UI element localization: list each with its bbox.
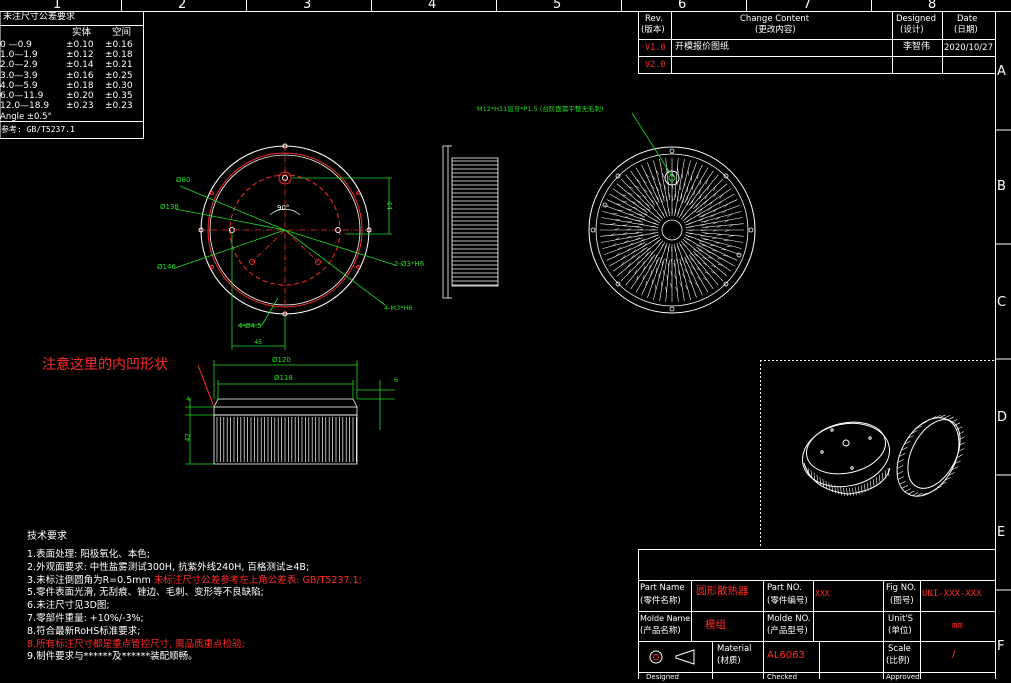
material-value: AL6063 [767, 651, 805, 661]
ruler-side-E: E [997, 526, 1005, 539]
change-header-cn: (更改内容) [755, 26, 796, 35]
tolerance-solid: ±0.16 [66, 72, 94, 81]
units-label-cn: (单位) [888, 627, 912, 636]
tolerance-range: 0 —0.9 [0, 41, 32, 50]
molde-no-label-cn: (产品型号) [767, 627, 808, 636]
designed-header: Designed [896, 15, 936, 24]
molde-name-label-cn: (产品名称) [640, 627, 681, 636]
tolerance-title: 未注尺寸公差要求 [3, 13, 75, 22]
ruler-top-6: 6 [678, 0, 686, 11]
approved-label: Approved [886, 674, 920, 681]
dim-d146: Ø146 [157, 264, 176, 271]
part-no-label: Part NO. [767, 584, 802, 593]
units-value: mm [952, 622, 963, 631]
ruler-top-1: 1 [53, 0, 61, 11]
scale-value: / [952, 650, 955, 660]
dim-w45: 45 [254, 339, 262, 346]
tolerance-space: ±0.21 [105, 61, 133, 70]
scale-label-cn: (比例) [886, 657, 910, 666]
molde-name-label: Molde Name [640, 615, 690, 623]
ruler-top-5: 5 [553, 0, 561, 11]
ruler-side-B: B [997, 180, 1006, 193]
tolerance-space: ±0.18 [105, 51, 133, 60]
drawing-canvas: 1 2 3 4 5 6 7 8 A B C D E F 未注尺寸公差要求 实体 … [0, 0, 1011, 679]
designed-label: Designed [646, 674, 679, 681]
ruler-top-3: 3 [303, 0, 311, 11]
annotation-note: 注意这里的内凹形状 [42, 358, 168, 372]
ruler-side-A: A [997, 65, 1006, 78]
tolerance-col-solid: 实体 [72, 28, 91, 38]
tolerance-space: ±0.30 [105, 82, 133, 91]
thread-note: M12*H11盲牙*P1.5 (台阶面需平整无毛刺) [477, 106, 603, 113]
rev-row1-content: 开模报价图纸 [675, 43, 729, 52]
dim-holes-2: 2-Ø3*H6 [394, 261, 424, 268]
date-header: Date [957, 15, 977, 24]
dim-holes-4b: 4-M3*H6 [384, 305, 413, 312]
tolerance-reference: 参考: GB/T5237.1 [1, 126, 75, 134]
part-name-value: 圆形散热器 [696, 586, 749, 597]
ruler-top-7: 7 [803, 0, 811, 11]
dim-d118: Ø118 [274, 375, 293, 382]
tolerance-space: ±0.16 [105, 41, 133, 50]
tolerance-range: 4.0—5.9 [0, 82, 38, 91]
material-label: Material [717, 645, 752, 654]
rev-header-cn: (版本) [641, 26, 665, 35]
material-label-cn: (材质) [717, 657, 741, 666]
tolerance-range: 6.0—11.9 [0, 92, 43, 101]
part-no-label-cn: (零件编号) [767, 597, 808, 606]
tolerance-solid: ±0.10 [66, 41, 94, 50]
fig-no-label: Fig NO. [886, 584, 916, 593]
tolerance-solid: ±0.14 [66, 61, 94, 70]
tolerance-angle: Angle ±0.5° [0, 113, 52, 122]
dim-holes-4a: 4-Ø4.5 [238, 323, 262, 330]
ruler-top-4: 4 [428, 0, 436, 11]
tolerance-solid: ±0.23 [66, 102, 94, 111]
rev-header: Rev. [645, 15, 663, 24]
dim-d120: Ø120 [272, 357, 291, 364]
dim-angle90: 90° [277, 205, 289, 212]
tech-item-text: 9.制件要求与******及******装配顺畅。 [27, 651, 198, 662]
dim-t4: 4 [186, 396, 190, 403]
dim-d80: Ø80 [176, 177, 190, 184]
ruler-top-8: 8 [928, 0, 936, 11]
part-name-label-cn: (零件名称) [640, 597, 681, 606]
rev-row1-date: 2020/10/27 [944, 44, 993, 53]
designed-header-cn: (设计) [900, 26, 924, 35]
rev-row1-designer: 李智伟 [903, 43, 930, 52]
ruler-side-F: F [997, 640, 1004, 653]
dim-d138: Ø138 [160, 204, 179, 211]
rev-row1-version: V1.0 [645, 44, 665, 53]
tolerance-col-space: 空间 [112, 28, 131, 38]
units-label: Unit'S [888, 615, 913, 624]
change-header: Change Content [740, 15, 809, 24]
part-name-label: Part Name [640, 584, 685, 593]
fig-no-value: UNI-XXX-XXX [922, 590, 982, 599]
tech-title: 技术要求 [27, 532, 67, 542]
dim-h42: 42 [185, 433, 192, 442]
ruler-top-2: 2 [178, 0, 186, 11]
tolerance-range: 2.0—2.9 [0, 61, 38, 70]
tolerance-solid: ±0.12 [66, 51, 94, 60]
date-header-cn: (日期) [954, 26, 978, 35]
molde-name-value: 模组 [705, 620, 726, 631]
tolerance-range: 12.0—18.9 [0, 102, 49, 111]
tolerance-range: 3.0—3.9 [0, 72, 38, 81]
tech-item: 9.制件要求与******及******装配顺畅。 [27, 648, 198, 662]
rev-row2-version: V2.0 [645, 61, 665, 70]
molde-no-label: Molde NO. [767, 615, 811, 624]
checked-label: Checked [767, 674, 797, 681]
tolerance-range: 1.0—1.9 [0, 51, 38, 60]
dim-h44: 44 [385, 201, 392, 210]
tolerance-space: ±0.25 [105, 72, 133, 81]
dim-t6: 6 [394, 377, 398, 384]
fig-no-label-cn: (图号) [890, 597, 914, 606]
scale-label: Scale [888, 645, 911, 654]
tolerance-space: ±0.23 [105, 102, 133, 111]
part-no-value: XXX [815, 590, 829, 598]
tolerance-space: ±0.35 [105, 92, 133, 101]
ruler-side-D: D [997, 411, 1007, 424]
tolerance-solid: ±0.18 [66, 82, 94, 91]
ruler-side-C: C [997, 296, 1006, 309]
tolerance-solid: ±0.20 [66, 92, 94, 101]
